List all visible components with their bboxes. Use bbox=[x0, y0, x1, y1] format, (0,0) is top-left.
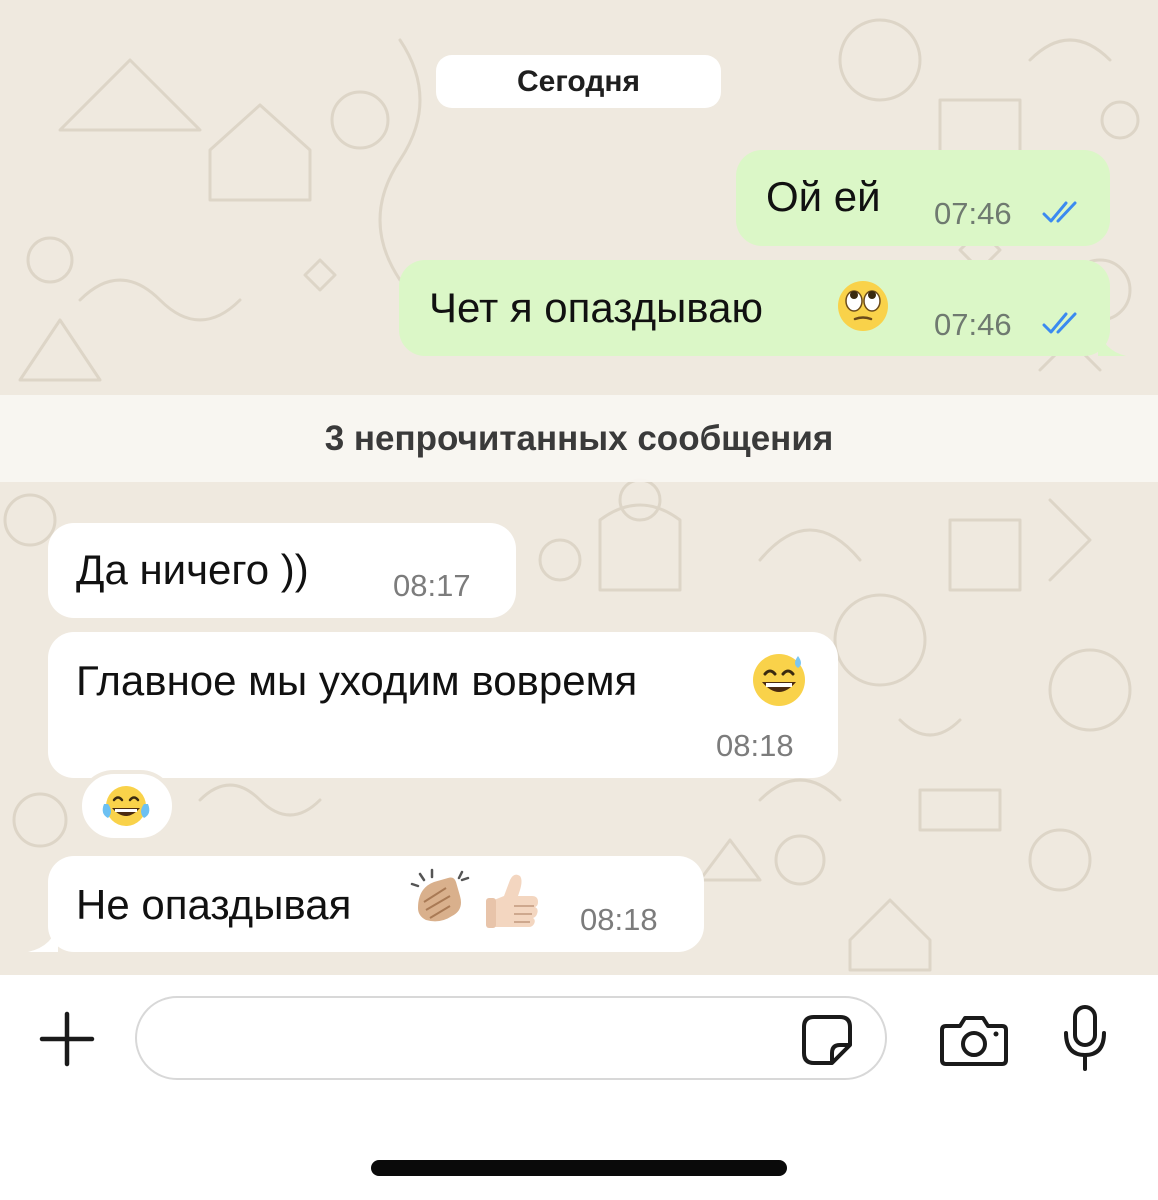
sticker-icon[interactable] bbox=[800, 1013, 854, 1067]
reaction-bubble[interactable] bbox=[78, 770, 176, 842]
chat-area[interactable]: Сегодня Ой ей 07:46 Чет я опаздываю 07:4… bbox=[0, 0, 1158, 975]
incoming-message[interactable]: Да ничего )) 08:17 bbox=[48, 523, 516, 618]
tears-of-joy-emoji bbox=[102, 786, 150, 826]
outgoing-message[interactable]: Ой ей 07:46 bbox=[736, 150, 1110, 246]
message-time: 07:46 bbox=[934, 307, 1012, 342]
double-check-icon bbox=[1042, 201, 1077, 223]
message-text: Ой ей bbox=[766, 173, 881, 220]
microphone-icon[interactable] bbox=[1060, 1003, 1110, 1073]
message-text: Не опаздывая bbox=[76, 881, 352, 928]
eye-roll-emoji bbox=[838, 281, 888, 331]
date-label: Сегодня bbox=[516, 64, 641, 98]
message-time: 08:17 bbox=[393, 568, 471, 603]
incoming-message[interactable]: Не опаздывая 08:18 bbox=[28, 856, 704, 952]
message-time: 08:18 bbox=[716, 728, 794, 763]
message-text: Чет я опаздываю bbox=[429, 284, 763, 331]
bubble-tail bbox=[1098, 326, 1126, 356]
message-time: 08:18 bbox=[580, 902, 658, 937]
chat-wallpaper bbox=[3, 18, 1140, 972]
outgoing-message[interactable]: Чет я опаздываю 07:46 bbox=[399, 260, 1126, 356]
message-time: 07:46 bbox=[934, 196, 1012, 231]
unread-separator: 3 непрочитанных сообщения bbox=[0, 395, 1158, 482]
message-text: Главное мы уходим вовремя bbox=[76, 657, 638, 704]
incoming-message[interactable]: Главное мы уходим вовремя 08:18 bbox=[48, 632, 838, 778]
camera-icon[interactable] bbox=[938, 1012, 1010, 1068]
plus-icon[interactable] bbox=[36, 1008, 98, 1070]
bubble-tail bbox=[28, 922, 58, 952]
date-separator: Сегодня bbox=[436, 55, 721, 108]
sweat-smile-emoji bbox=[753, 654, 805, 706]
unread-label: 3 непрочитанных сообщения bbox=[324, 418, 834, 458]
home-indicator[interactable] bbox=[371, 1160, 787, 1176]
double-check-icon bbox=[1042, 312, 1077, 334]
message-text: Да ничего )) bbox=[76, 546, 309, 593]
message-input[interactable] bbox=[135, 996, 887, 1080]
clapping-hands-thumbs-up-emoji bbox=[410, 868, 538, 928]
